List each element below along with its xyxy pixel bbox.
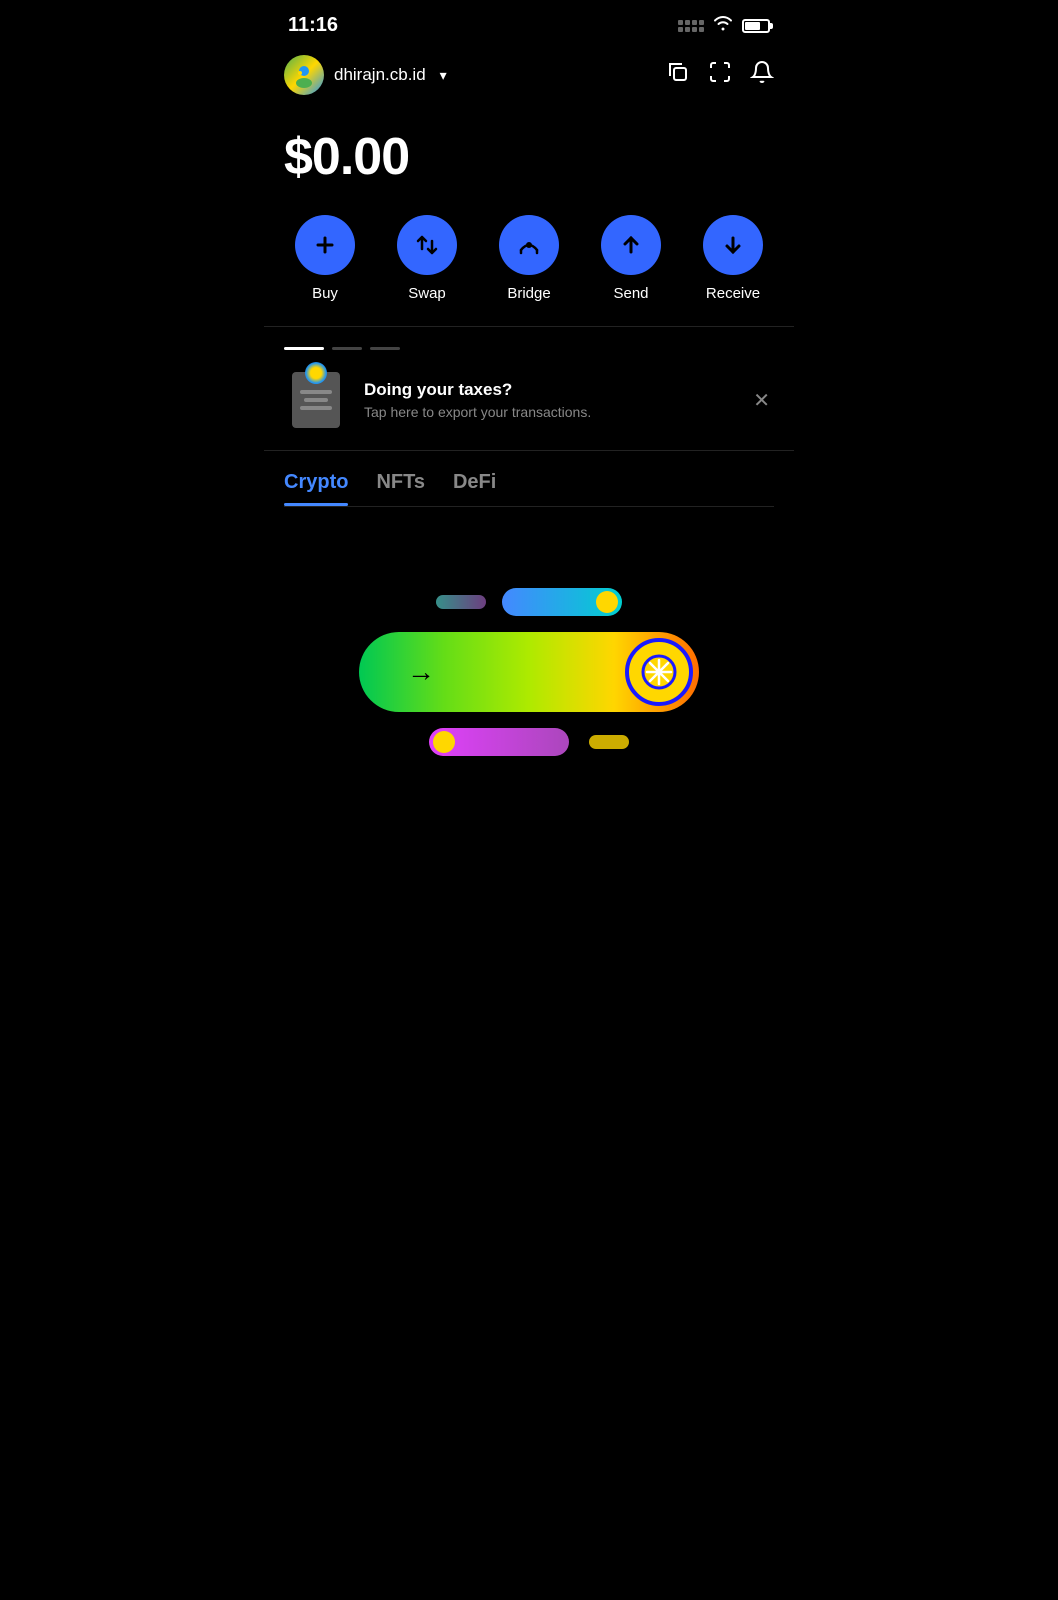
header-actions [666, 60, 774, 90]
buy-icon [295, 215, 355, 275]
send-icon [601, 215, 661, 275]
bridge-label: Bridge [507, 285, 550, 302]
header: dhirajn.cb.id ▾ [264, 45, 794, 107]
sliders-illustration: → [339, 588, 719, 756]
tab-nfts[interactable]: NFTs [376, 471, 425, 506]
tax-icon [284, 368, 348, 432]
slider-main-thumb [625, 638, 693, 706]
swap-button[interactable]: Swap [397, 215, 457, 302]
slider-main: → [359, 632, 699, 712]
notification-icon[interactable] [750, 60, 774, 90]
account-name: dhirajn.cb.id [334, 65, 426, 85]
banner-title: Doing your taxes? [364, 380, 733, 400]
slider-row-top [339, 588, 719, 616]
tabs-row: Crypto NFTs DeFi [284, 471, 774, 506]
tab-indicators [264, 327, 794, 350]
battery-icon [742, 19, 770, 33]
slider-thumb-bottom [433, 731, 455, 753]
buy-label: Buy [312, 285, 338, 302]
slider-arrow-icon: → [407, 656, 435, 688]
tabs-section: Crypto NFTs DeFi [264, 451, 794, 507]
crypto-content: → [264, 507, 794, 827]
account-selector[interactable]: dhirajn.cb.id ▾ [284, 55, 447, 95]
tab-defi[interactable]: DeFi [453, 471, 496, 506]
banner-text: Doing your taxes? Tap here to export you… [364, 380, 733, 420]
send-button[interactable]: Send [601, 215, 661, 302]
close-button[interactable]: ✕ [749, 384, 774, 417]
slider-row-bottom [339, 728, 719, 756]
status-time: 11:16 [288, 14, 338, 37]
tab-indicator-active [284, 347, 324, 350]
copy-icon[interactable] [666, 60, 690, 90]
slider-top [502, 588, 622, 616]
chevron-down-icon: ▾ [440, 67, 447, 84]
banner-subtitle: Tap here to export your transactions. [364, 404, 733, 420]
receive-button[interactable]: Receive [703, 215, 763, 302]
swap-label: Swap [408, 285, 446, 302]
action-buttons: Buy Swap Bridge S [264, 211, 794, 326]
slider-accent-right [589, 735, 629, 749]
tab-crypto[interactable]: Crypto [284, 471, 348, 506]
slider-thumb-top [596, 591, 618, 613]
receive-label: Receive [706, 285, 760, 302]
slider-accent-left [436, 595, 486, 609]
balance-section: $0.00 [264, 107, 794, 211]
status-bar: 11:16 [264, 0, 794, 45]
wifi-icon [712, 15, 734, 36]
balance-amount: $0.00 [284, 127, 774, 187]
swap-icon [397, 215, 457, 275]
tax-banner[interactable]: Doing your taxes? Tap here to export you… [264, 350, 794, 451]
buy-button[interactable]: Buy [295, 215, 355, 302]
tab-indicator-inactive-2 [370, 347, 400, 350]
avatar [284, 55, 324, 95]
receive-icon [703, 215, 763, 275]
slider-bottom [429, 728, 569, 756]
bridge-icon [499, 215, 559, 275]
status-icons [678, 15, 770, 36]
tab-indicator-inactive-1 [332, 347, 362, 350]
send-label: Send [613, 285, 648, 302]
signal-icon [678, 20, 704, 32]
bridge-button[interactable]: Bridge [499, 215, 559, 302]
expand-icon[interactable] [708, 60, 732, 90]
